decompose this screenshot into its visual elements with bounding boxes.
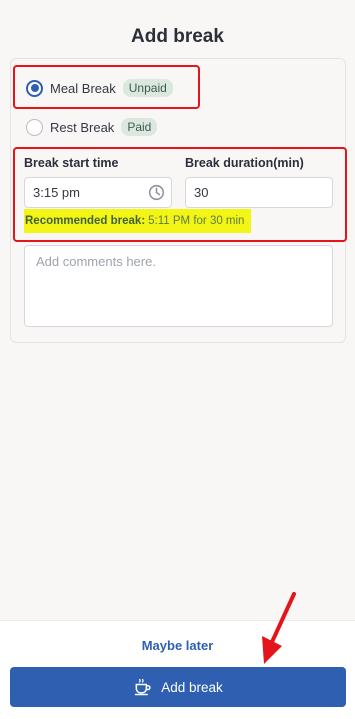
paid-badge: Paid xyxy=(121,118,158,136)
annotation-arrow-icon xyxy=(262,592,296,664)
annotation-box-meal-break xyxy=(13,65,200,109)
radio-button-rest[interactable] xyxy=(26,118,43,136)
maybe-later-button[interactable]: Maybe later xyxy=(0,638,355,653)
radio-option-rest-break[interactable]: Rest Break Paid xyxy=(26,118,158,136)
annotation-box-time-fields xyxy=(13,147,347,242)
rest-break-label: Rest Break xyxy=(50,119,115,135)
add-break-button-label: Add break xyxy=(161,679,223,695)
add-break-screen: Add break Meal Break Unpaid Rest Break P… xyxy=(0,0,355,719)
add-break-button[interactable]: Add break xyxy=(10,667,346,707)
coffee-cup-icon xyxy=(134,678,151,696)
page-title: Add break xyxy=(131,26,224,47)
comments-textarea[interactable]: Add comments here. xyxy=(24,245,333,327)
